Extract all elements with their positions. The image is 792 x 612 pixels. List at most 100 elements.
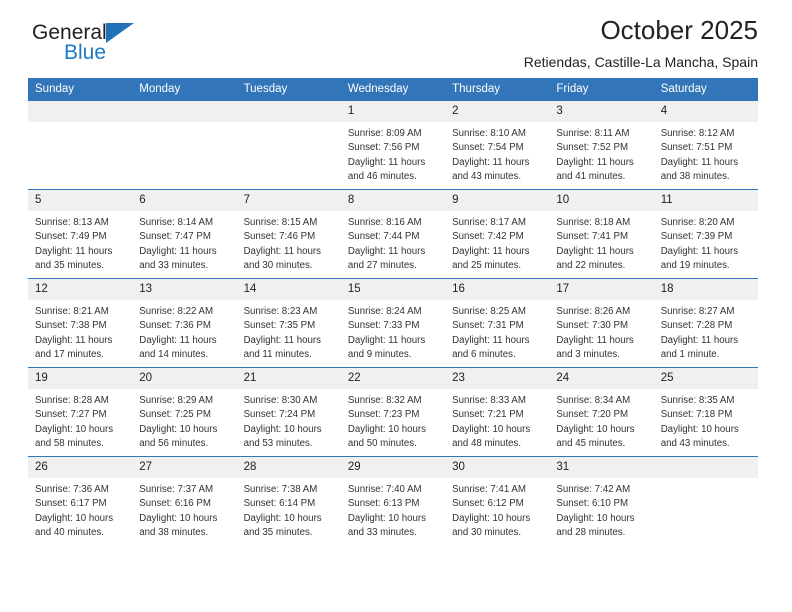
daylight-text-line2: and 3 minutes.: [556, 349, 620, 361]
calendar-day-cell[interactable]: 8 Sunrise: 8:16 AM Sunset: 7:44 PM Daylight…: [340, 189, 446, 279]
calendar-day-cell[interactable]: 31 Sunrise: 7:42 AM Sunset: 6:10 PM Dayligh…: [549, 456, 654, 545]
day-details: Sunrise: 8:10 AM Sunset: 7:54 PM Daylight:…: [445, 122, 549, 184]
sunset-text: Sunset: 6:16 PM: [139, 498, 211, 510]
sunset-text: Sunset: 7:25 PM: [139, 409, 211, 421]
sunset-text: Sunset: 6:12 PM: [452, 498, 524, 510]
day-details: Sunrise: 7:42 AM Sunset: 6:10 PM Daylight:…: [549, 478, 653, 540]
calendar-day-cell[interactable]: 13 Sunrise: 8:22 AM Sunset: 7:36 PM Dayligh…: [132, 278, 237, 368]
calendar-day-cell[interactable]: 1 Sunrise: 8:09 AM Sunset: 7:56 PM Daylight…: [340, 100, 446, 190]
sunset-text: Sunset: 7:28 PM: [660, 320, 733, 332]
day-details: Sunrise: 7:40 AM Sunset: 6:13 PM Daylight:…: [341, 478, 445, 540]
calendar-day-cell[interactable]: 21 Sunrise: 8:30 AM Sunset: 7:24 PM Dayligh…: [236, 367, 341, 457]
calendar-day-cell[interactable]: 7 Sunrise: 8:15 AM Sunset: 7:46 PM Daylight…: [236, 189, 341, 279]
sunset-text: Sunset: 7:54 PM: [452, 142, 524, 154]
sunrise-text: Sunrise: 8:28 AM: [35, 395, 109, 406]
day-number: 28: [236, 457, 341, 478]
calendar-week-row: 12 Sunrise: 8:21 AM Sunset: 7:38 PM Dayligh…: [28, 278, 758, 368]
day-details: Sunrise: 8:24 AM Sunset: 7:33 PM Daylight:…: [341, 300, 445, 362]
sunrise-text: Sunrise: 8:26 AM: [556, 306, 631, 317]
calendar-day-cell[interactable]: 4 Sunrise: 8:12 AM Sunset: 7:51 PM Daylight…: [653, 100, 758, 190]
day-number: 30: [445, 457, 550, 478]
weekday-header-wednesday: Wednesday: [340, 78, 446, 101]
daylight-text-line1: Daylight: 11 hours: [35, 245, 113, 257]
calendar-day-cell[interactable]: 25 Sunrise: 8:35 AM Sunset: 7:18 PM Dayligh…: [653, 367, 758, 457]
calendar-cell-empty: [236, 100, 341, 190]
calendar-day-cell[interactable]: 18 Sunrise: 8:27 AM Sunset: 7:28 PM Dayligh…: [653, 278, 758, 368]
day-number: 2: [445, 101, 550, 122]
daylight-text-line2: and 40 minutes.: [35, 527, 104, 539]
daylight-text-line1: Daylight: 11 hours: [660, 156, 739, 168]
calendar-day-cell[interactable]: 2 Sunrise: 8:10 AM Sunset: 7:54 PM Daylight…: [445, 100, 550, 190]
day-number: 31: [549, 457, 654, 478]
calendar-day-cell[interactable]: 17 Sunrise: 8:26 AM Sunset: 7:30 PM Dayligh…: [549, 278, 654, 368]
daylight-text-line2: and 30 minutes.: [452, 527, 522, 539]
calendar-day-cell[interactable]: 3 Sunrise: 8:11 AM Sunset: 7:52 PM Daylight…: [549, 100, 654, 190]
calendar-day-cell[interactable]: 10 Sunrise: 8:18 AM Sunset: 7:41 PM Dayligh…: [549, 189, 654, 279]
calendar-day-cell[interactable]: 14 Sunrise: 8:23 AM Sunset: 7:35 PM Dayligh…: [236, 278, 341, 368]
calendar-day-cell[interactable]: 27 Sunrise: 7:37 AM Sunset: 6:16 PM Dayligh…: [132, 456, 237, 545]
day-number: 22: [340, 368, 446, 389]
daylight-text-line2: and 22 minutes.: [556, 260, 626, 272]
sunset-text: Sunset: 7:46 PM: [243, 231, 316, 243]
calendar-day-cell[interactable]: 28 Sunrise: 7:38 AM Sunset: 6:14 PM Dayligh…: [236, 456, 341, 545]
daylight-text-line2: and 33 minutes.: [139, 260, 209, 272]
daylight-text-line1: Daylight: 10 hours: [452, 512, 531, 524]
weekday-header-monday: Monday: [132, 78, 237, 101]
day-number: 12: [28, 279, 133, 300]
day-number: 24: [549, 368, 654, 389]
daylight-text-line2: and 35 minutes.: [243, 527, 313, 539]
day-number: 29: [340, 457, 446, 478]
daylight-text-line1: Daylight: 10 hours: [452, 423, 531, 435]
sunrise-text: Sunrise: 8:15 AM: [243, 217, 318, 228]
calendar-day-cell[interactable]: 26 Sunrise: 7:36 AM Sunset: 6:17 PM Dayligh…: [28, 456, 133, 545]
calendar-day-cell[interactable]: 6 Sunrise: 8:14 AM Sunset: 7:47 PM Daylight…: [132, 189, 237, 279]
calendar-day-cell[interactable]: 5 Sunrise: 8:13 AM Sunset: 7:49 PM Daylight…: [28, 189, 133, 279]
daylight-text-line1: Daylight: 10 hours: [556, 512, 635, 524]
sunrise-text: Sunrise: 8:13 AM: [35, 217, 109, 228]
daylight-text-line1: Daylight: 11 hours: [347, 245, 426, 257]
daylight-text-line2: and 45 minutes.: [556, 438, 626, 450]
day-number: 23: [445, 368, 550, 389]
calendar-day-cell[interactable]: 11 Sunrise: 8:20 AM Sunset: 7:39 PM Dayligh…: [653, 189, 758, 279]
calendar-day-cell[interactable]: 29 Sunrise: 7:40 AM Sunset: 6:13 PM Dayligh…: [340, 456, 446, 545]
daylight-text-line1: Daylight: 10 hours: [35, 512, 114, 524]
daylight-text-line1: Daylight: 10 hours: [347, 423, 426, 435]
daylight-text-line2: and 27 minutes.: [347, 260, 417, 272]
day-details: Sunrise: 8:18 AM Sunset: 7:41 PM Daylight:…: [549, 211, 653, 273]
calendar-day-cell[interactable]: 20 Sunrise: 8:29 AM Sunset: 7:25 PM Dayligh…: [132, 367, 237, 457]
calendar-day-cell[interactable]: 23 Sunrise: 8:33 AM Sunset: 7:21 PM Dayligh…: [445, 367, 550, 457]
daylight-text-line1: Daylight: 11 hours: [35, 334, 113, 346]
day-details: Sunrise: 8:09 AM Sunset: 7:56 PM Daylight:…: [341, 122, 445, 184]
day-number: 4: [653, 101, 758, 122]
sunrise-text: Sunrise: 8:30 AM: [243, 395, 318, 406]
calendar-day-cell[interactable]: 12 Sunrise: 8:21 AM Sunset: 7:38 PM Dayligh…: [28, 278, 133, 368]
calendar-day-cell[interactable]: 9 Sunrise: 8:17 AM Sunset: 7:42 PM Daylight…: [445, 189, 550, 279]
daylight-text-line1: Daylight: 11 hours: [556, 245, 634, 257]
sunrise-text: Sunrise: 7:42 AM: [556, 484, 631, 495]
calendar-day-cell[interactable]: 30 Sunrise: 7:41 AM Sunset: 6:12 PM Dayligh…: [445, 456, 550, 545]
day-details: Sunrise: 8:25 AM Sunset: 7:31 PM Daylight:…: [445, 300, 549, 362]
sunrise-text: Sunrise: 8:10 AM: [452, 128, 526, 139]
daylight-text-line1: Daylight: 11 hours: [452, 156, 530, 168]
calendar-day-cell[interactable]: 22 Sunrise: 8:32 AM Sunset: 7:23 PM Dayligh…: [340, 367, 446, 457]
calendar-day-cell[interactable]: 16 Sunrise: 8:25 AM Sunset: 7:31 PM Dayligh…: [445, 278, 550, 368]
day-details: Sunrise: 7:37 AM Sunset: 6:16 PM Daylight:…: [132, 478, 236, 540]
day-number: 1: [340, 101, 446, 122]
sunrise-text: Sunrise: 8:09 AM: [347, 128, 422, 139]
sunset-text: Sunset: 7:21 PM: [452, 409, 524, 421]
calendar-day-cell[interactable]: 24 Sunrise: 8:34 AM Sunset: 7:20 PM Dayligh…: [549, 367, 654, 457]
daylight-text-line2: and 43 minutes.: [660, 438, 730, 450]
calendar-day-cell[interactable]: 15 Sunrise: 8:24 AM Sunset: 7:33 PM Dayligh…: [340, 278, 446, 368]
sunrise-text: Sunrise: 8:16 AM: [347, 217, 422, 228]
sunrise-text: Sunrise: 8:17 AM: [452, 217, 526, 228]
daylight-text-line1: Daylight: 10 hours: [139, 512, 218, 524]
daylight-text-line1: Daylight: 11 hours: [452, 245, 530, 257]
day-number: [132, 101, 237, 122]
day-details: Sunrise: 8:35 AM Sunset: 7:18 PM Daylight:…: [654, 389, 758, 451]
day-number: 25: [653, 368, 758, 389]
day-details: Sunrise: 8:11 AM Sunset: 7:52 PM Daylight:…: [549, 122, 653, 184]
calendar-day-cell[interactable]: 19 Sunrise: 8:28 AM Sunset: 7:27 PM Dayligh…: [28, 367, 133, 457]
daylight-text-line1: Daylight: 11 hours: [139, 245, 217, 257]
day-details: Sunrise: 7:41 AM Sunset: 6:12 PM Daylight:…: [445, 478, 549, 540]
daylight-text-line2: and 6 minutes.: [452, 349, 516, 361]
